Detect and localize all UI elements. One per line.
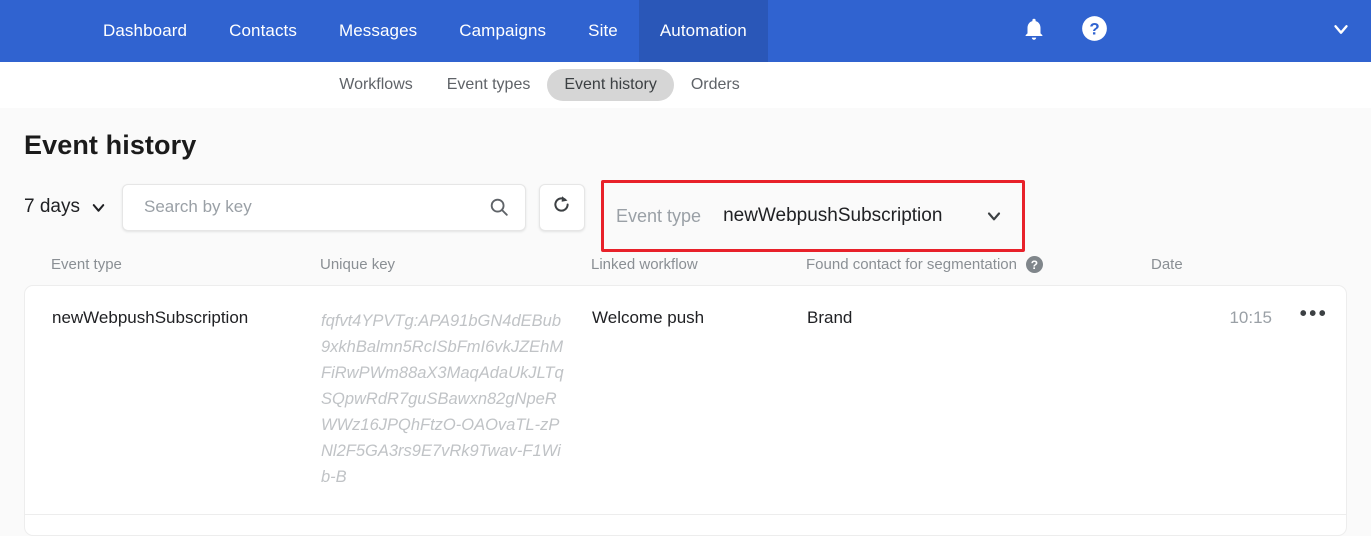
nav-item-messages[interactable]: Messages bbox=[318, 0, 438, 62]
notifications-button[interactable] bbox=[1007, 0, 1061, 62]
tab-orders[interactable]: Orders bbox=[674, 69, 757, 101]
search-input[interactable] bbox=[141, 196, 488, 218]
column-header-linked-workflow: Linked workflow bbox=[591, 256, 806, 273]
cell-found-contact: Brand bbox=[807, 308, 853, 327]
nav-item-label: Dashboard bbox=[103, 21, 188, 40]
column-header-unique-key: Unique key bbox=[320, 256, 591, 273]
nav-item-label: Messages bbox=[338, 21, 418, 40]
column-header-date: Date bbox=[1151, 256, 1331, 273]
chevron-down-icon bbox=[1330, 18, 1352, 45]
search-box bbox=[121, 183, 526, 231]
events-table: newWebpushSubscription fqfvt4YPVTg:APA91… bbox=[24, 285, 1347, 536]
nav-item-label: Contacts bbox=[229, 21, 297, 40]
topnav-left-spacer bbox=[0, 0, 82, 62]
column-label: Date bbox=[1151, 256, 1183, 273]
search-icon[interactable] bbox=[488, 196, 510, 218]
period-label: 7 days bbox=[24, 196, 80, 217]
refresh-button[interactable] bbox=[538, 183, 585, 231]
cell-event-type: newWebpushSubscription bbox=[52, 308, 249, 327]
tab-label: Event types bbox=[446, 75, 531, 93]
period-selector[interactable]: 7 days bbox=[24, 196, 108, 218]
column-header-event-type: Event type bbox=[24, 256, 320, 273]
nav-item-campaigns[interactable]: Campaigns bbox=[438, 0, 567, 62]
chevron-down-icon bbox=[89, 198, 108, 217]
nav-item-automation[interactable]: Automation bbox=[638, 0, 768, 62]
top-navigation-bar: Dashboard Contacts Messages Campaigns Si… bbox=[0, 0, 1371, 62]
cell-linked-workflow: Welcome push bbox=[592, 308, 705, 327]
page-content: Event history 7 days Search by key Event… bbox=[0, 130, 1371, 536]
bell-icon bbox=[1021, 16, 1047, 47]
account-menu-button[interactable] bbox=[1311, 0, 1371, 62]
sub-navigation-bar: Workflows Event types Event history Orde… bbox=[0, 62, 1371, 108]
controls-row: 7 days Search by key Event type newWebpu… bbox=[24, 180, 1347, 252]
page-title: Event history bbox=[24, 130, 197, 160]
column-label: Found contact for segmentation bbox=[806, 256, 1017, 273]
column-header-found-contact: Found contact for segmentation ? bbox=[806, 256, 1151, 273]
cell-date: 10:15 bbox=[1229, 308, 1272, 327]
table-header: Event type Unique key Linked workflow Fo… bbox=[24, 256, 1347, 273]
table-row[interactable]: newWebpushSubscription fqfvt4YPVTg:APA91… bbox=[25, 286, 1346, 515]
refresh-icon bbox=[551, 194, 572, 220]
nav-item-label: Campaigns bbox=[459, 21, 547, 40]
event-type-dropdown[interactable]: newWebpushSubscription bbox=[723, 205, 1022, 227]
more-options-icon[interactable]: ••• bbox=[1300, 304, 1329, 490]
nav-item-site[interactable]: Site bbox=[567, 0, 639, 62]
column-label: Linked workflow bbox=[591, 256, 698, 273]
row-actions: ••• bbox=[1272, 304, 1346, 490]
tab-label: Event history bbox=[564, 75, 657, 93]
tab-label: Workflows bbox=[339, 75, 413, 93]
event-type-filter-highlight: Event type newWebpushSubscription bbox=[601, 180, 1025, 252]
event-type-filter-label: Event type bbox=[616, 205, 702, 226]
tab-label: Orders bbox=[690, 75, 740, 93]
help-button[interactable]: ? bbox=[1067, 0, 1121, 62]
column-label: Event type bbox=[51, 256, 122, 273]
tab-workflows[interactable]: Workflows bbox=[322, 69, 430, 101]
nav-item-dashboard[interactable]: Dashboard bbox=[82, 0, 208, 62]
column-label: Unique key bbox=[320, 256, 396, 273]
nav-item-label: Automation bbox=[659, 21, 747, 40]
tab-event-history[interactable]: Event history bbox=[547, 68, 674, 101]
tab-event-types[interactable]: Event types bbox=[430, 69, 548, 101]
cell-unique-key: fqfvt4YPVTg:APA91bGN4dEBub9xkhBalmn5RcIS… bbox=[321, 312, 564, 486]
topnav-right-actions: ? bbox=[1007, 0, 1371, 62]
nav-item-label: Site bbox=[588, 21, 618, 40]
event-type-selected-value: newWebpushSubscription bbox=[723, 205, 943, 226]
help-circle-icon: ? bbox=[1081, 15, 1108, 47]
table-row-partial[interactable] bbox=[25, 515, 1346, 535]
svg-text:?: ? bbox=[1089, 19, 1099, 38]
chevron-down-icon bbox=[984, 206, 1004, 226]
nav-item-contacts[interactable]: Contacts bbox=[208, 0, 318, 62]
help-tooltip-icon[interactable]: ? bbox=[1025, 256, 1043, 273]
